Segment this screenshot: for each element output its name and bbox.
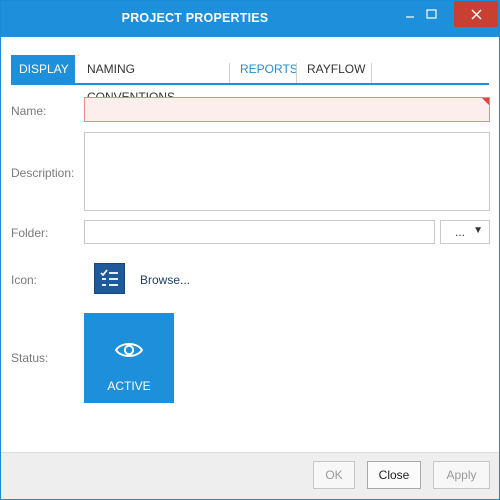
tab-separator	[229, 63, 230, 83]
maximize-button[interactable]	[415, 1, 447, 27]
description-input[interactable]	[84, 132, 490, 211]
eye-icon	[114, 343, 144, 357]
minimize-icon	[406, 16, 414, 18]
icon-label: Icon:	[11, 273, 38, 287]
name-input[interactable]	[84, 97, 490, 122]
apply-button[interactable]: Apply	[433, 461, 490, 489]
ok-button[interactable]: OK	[313, 461, 355, 489]
close-button[interactable]: Close	[367, 461, 421, 489]
status-label: Status:	[11, 351, 49, 365]
chevron-down-icon: ▼	[473, 225, 483, 236]
description-label: Description:	[11, 166, 75, 180]
tab-bar: DISPLAY NAMING CONVENTIONS REPORTS RAYFL…	[11, 55, 489, 104]
close-window-button[interactable]	[454, 1, 498, 27]
status-toggle-tile[interactable]: ACTIVE	[84, 313, 174, 403]
status-value: ACTIVE	[107, 379, 151, 393]
folder-input[interactable]	[84, 220, 435, 244]
browse-icon-link[interactable]: Browse...	[140, 273, 190, 287]
tab-rayflow[interactable]: RAYFLOW	[299, 55, 369, 83]
folder-label: Folder:	[11, 226, 49, 240]
project-properties-window: PROJECT PROPERTIES DISPLAY NAMING CONVEN…	[0, 0, 500, 500]
validation-error-marker	[482, 98, 489, 105]
close-icon	[471, 9, 481, 19]
project-icon-preview[interactable]	[94, 263, 125, 294]
folder-browse-dropdown[interactable]: ... ▼	[440, 220, 490, 244]
tab-reports[interactable]: REPORTS	[232, 55, 298, 83]
title-bar[interactable]: PROJECT PROPERTIES	[1, 1, 499, 37]
folder-dropdown-label: ...	[455, 225, 466, 239]
name-label: Name:	[11, 104, 47, 118]
dialog-footer: OK Close Apply	[1, 452, 499, 499]
checklist-icon	[100, 269, 118, 286]
tab-naming-conventions[interactable]: NAMING CONVENTIONS	[79, 55, 229, 104]
maximize-icon	[425, 8, 437, 19]
tab-separator	[371, 63, 372, 83]
tab-display[interactable]: DISPLAY	[11, 55, 75, 83]
tab-separator	[296, 63, 297, 83]
